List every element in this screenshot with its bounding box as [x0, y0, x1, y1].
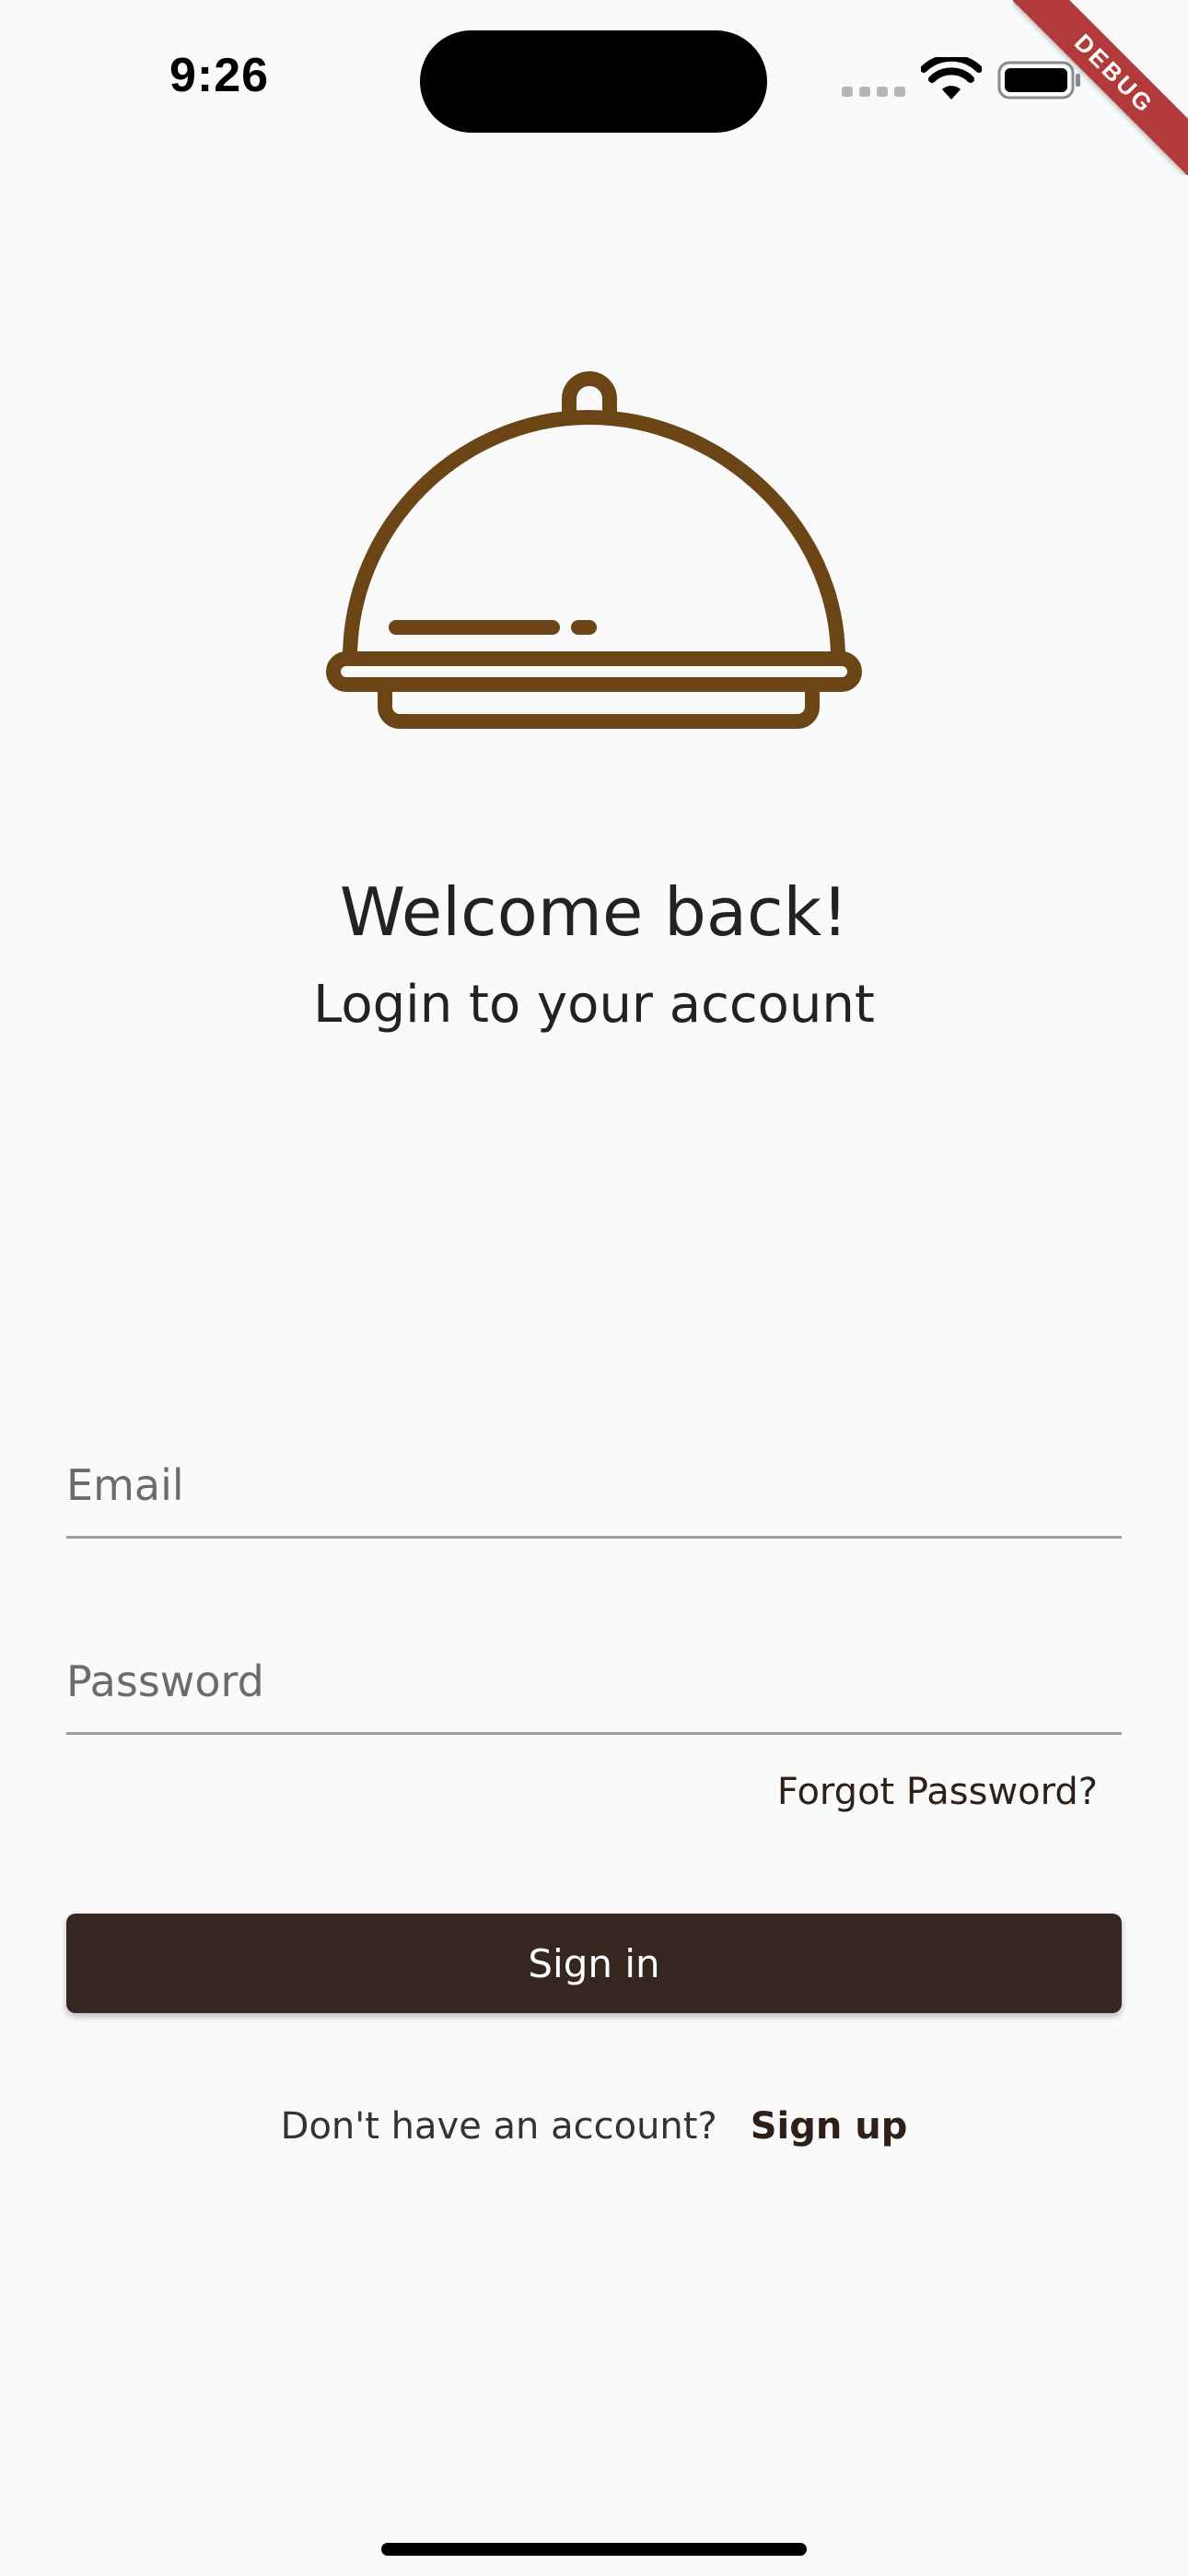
sign-up-prompt: Don't have an account? — [280, 2105, 717, 2148]
sign-up-row: Don't have an account? Sign up — [0, 2105, 1188, 2148]
wifi-icon — [921, 57, 982, 100]
welcome-heading: Welcome back! — [339, 873, 849, 951]
forgot-password-link[interactable]: Forgot Password? — [777, 1771, 1098, 1813]
password-field-container — [66, 1622, 1122, 1735]
sign-in-button[interactable]: Sign in — [66, 1914, 1122, 2013]
password-field[interactable] — [66, 1649, 1122, 1714]
cellular-signal-icon — [842, 87, 905, 97]
sign-up-link[interactable]: Sign up — [751, 2105, 908, 2148]
home-indicator[interactable] — [381, 2543, 807, 2556]
dynamic-island — [420, 30, 767, 133]
status-time: 9:26 — [169, 49, 270, 102]
email-field-container — [66, 1425, 1122, 1539]
debug-banner-label: DEBUG — [1013, 0, 1188, 175]
food-cloche-icon — [326, 371, 862, 729]
debug-banner: DEBUG — [1013, 0, 1188, 175]
email-field[interactable] — [66, 1453, 1122, 1517]
login-subtitle: Login to your account — [313, 975, 875, 1035]
